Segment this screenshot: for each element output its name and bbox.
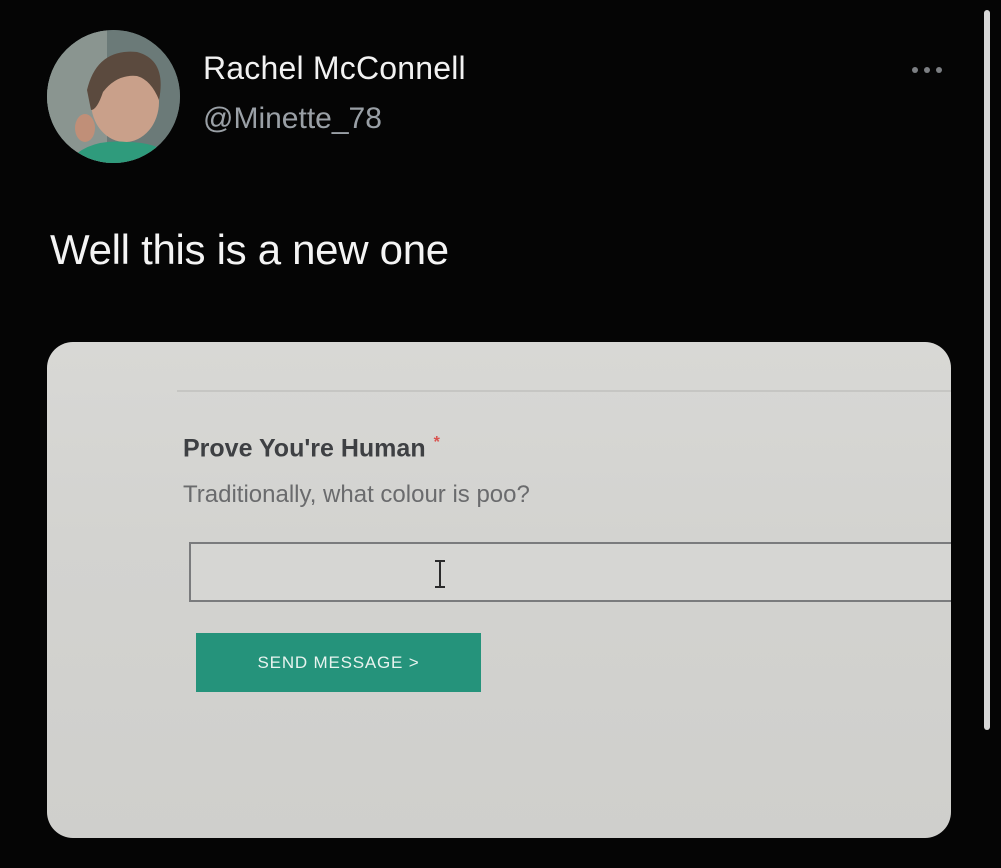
more-horizontal-icon xyxy=(912,67,942,73)
author-display-name[interactable]: Rachel McConnell xyxy=(203,50,466,87)
required-marker: * xyxy=(433,434,440,451)
tweet-card: Rachel McConnell @Minette_78 Well this i… xyxy=(0,0,1001,868)
captcha-question: Traditionally, what colour is poo? xyxy=(183,481,530,508)
more-options-button[interactable] xyxy=(905,58,949,82)
user-avatar-photo-icon xyxy=(47,30,180,163)
captcha-answer-input[interactable] xyxy=(189,542,951,602)
tweet-text: Well this is a new one xyxy=(50,226,449,273)
send-message-button[interactable]: SEND MESSAGE > xyxy=(196,633,481,692)
form-field-label-text: Prove You're Human xyxy=(183,434,426,463)
scrollbar[interactable] xyxy=(984,10,990,730)
photo-divider xyxy=(177,390,951,392)
form-field-label: Prove You're Human * xyxy=(183,434,440,463)
author-handle[interactable]: @Minette_78 xyxy=(203,102,382,136)
text-cursor-icon xyxy=(435,560,445,588)
author-avatar[interactable] xyxy=(47,30,180,163)
attached-photo[interactable]: Prove You're Human * Traditionally, what … xyxy=(47,342,951,838)
